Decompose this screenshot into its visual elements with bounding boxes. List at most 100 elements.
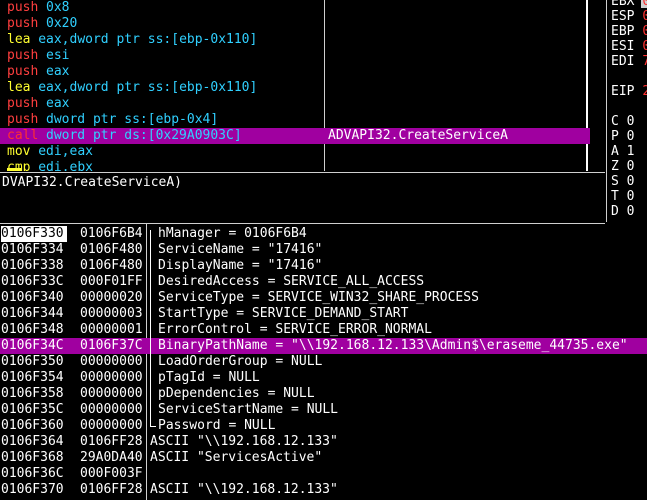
register-name: ESI (611, 39, 635, 54)
register-row[interactable]: C 0 (611, 114, 647, 130)
partial-row-indicator (7, 168, 21, 171)
stack-pane[interactable]: 0106F330 0106F6B4 hManager = 0106F6B4 0106F… (0, 224, 647, 500)
stack-address: 0106F36C (1, 466, 64, 481)
register-name: EBX (611, 0, 635, 9)
instruction-operands: 0x8 (46, 0, 70, 15)
disasm-row[interactable]: push eax (0, 64, 590, 80)
stack-address: 0106F354 (1, 370, 64, 385)
stack-row[interactable]: 0106F340 00000020 ServiceType = SERVICE_WI… (0, 290, 647, 306)
register-row[interactable]: A 1 (611, 144, 647, 160)
register-row[interactable]: S 0 (611, 174, 647, 190)
register-value: 0 (626, 114, 635, 129)
stack-value: 000F01FF (80, 274, 143, 289)
stack-row[interactable]: 0106F360 00000000 Password = NULL (0, 418, 647, 434)
disassembly-pane[interactable]: push 0x8 push 0x20 lea eax,dword ptr ss:[ebp-… (0, 0, 605, 171)
stack-row[interactable]: 0106F338 0106F480 DisplayName = "17416" (0, 258, 647, 274)
disasm-row[interactable]: cmp edi,ebx (0, 160, 590, 171)
stack-value: 00000000 (80, 354, 143, 369)
register-value: 0 (626, 189, 635, 204)
register-value: 0 (642, 39, 647, 54)
register-row[interactable]: D 0 (611, 204, 647, 220)
register-row[interactable]: ESP 0 (611, 9, 647, 25)
register-row[interactable]: EDI 7 (611, 54, 647, 70)
instruction-operands: edi,eax (38, 144, 93, 159)
stack-row[interactable]: 0106F370 0106FF28 ASCII "\\192.168.12.133" (0, 482, 647, 498)
register-row[interactable]: EBP 0 (611, 24, 647, 40)
stack-address: 0106F340 (1, 290, 64, 305)
register-value: 0 (626, 174, 635, 189)
instruction-operands: eax,dword ptr ss:[ebp-0x110] (38, 32, 258, 47)
register-row[interactable]: P 0 (611, 129, 647, 145)
stack-value: 29A0DA40 (80, 450, 143, 465)
disasm-row[interactable]: lea eax,dword ptr ss:[ebp-0x110] (0, 80, 590, 96)
register-name: EDI (611, 54, 635, 69)
stack-row[interactable]: 0106F350 00000000 LoadOrderGroup = NULL (0, 354, 647, 370)
disasm-row[interactable]: push esi (0, 48, 590, 64)
stack-address: 0106F334 (1, 242, 64, 257)
disasm-row[interactable]: push 0x8 (0, 0, 590, 16)
stack-row[interactable]: 0106F35C 00000000 ServiceStartName = NULL (0, 402, 647, 418)
register-value: 7 (642, 54, 647, 69)
stack-comment: LoadOrderGroup = NULL (158, 354, 323, 369)
instruction-operands: eax,dword ptr ss:[ebp-0x110] (38, 80, 258, 95)
register-row[interactable]: Z 0 (611, 159, 647, 175)
stack-comment: hManager = 0106F6B4 (158, 226, 307, 241)
register-row[interactable]: EIP 2 (611, 84, 647, 100)
stack-comment: DisplayName = "17416" (158, 258, 323, 273)
stack-row[interactable]: 0106F368 29A0DA40 ASCII "ServicesActive" (0, 450, 647, 466)
register-value: 2 (642, 84, 647, 99)
stack-comment: ASCII "ServicesActive" (150, 450, 323, 465)
stack-value: 0106F480 (80, 258, 143, 273)
stack-comment: ASCII "\\192.168.12.133" (150, 434, 338, 449)
stack-address: 0106F350 (1, 354, 64, 369)
instruction-operands: dword ptr ss:[ebp-0x4] (46, 112, 219, 127)
register-name: EIP (611, 84, 635, 99)
stack-value: 0106FF28 (80, 434, 143, 449)
register-name: Z (611, 159, 619, 174)
stack-value: 0106F480 (80, 242, 143, 257)
stack-row[interactable]: 0106F33C 000F01FF DesiredAccess = SERVICE_… (0, 274, 647, 290)
stack-comment: DesiredAccess = SERVICE_ALL_ACCESS (158, 274, 425, 289)
stack-row[interactable]: 0106F334 0106F480 ServiceName = "17416" (0, 242, 647, 258)
registers-pane[interactable]: EBX 0ESP 0EBP 0ESI 0EDI 7 EIP 2 C 0P 0A … (606, 0, 647, 222)
register-row[interactable] (611, 69, 647, 85)
stack-comment: BinaryPathName = "\\192.168.12.133\Admin… (158, 338, 628, 353)
stack-row[interactable]: 0106F34C 0106F37C BinaryPathName = "\\192.… (0, 338, 647, 354)
instruction-mnemonic: push (7, 48, 39, 63)
disasm-row[interactable]: mov edi,eax (0, 144, 590, 160)
stack-value: 0106F6B4 (80, 226, 143, 241)
stack-value: 00000020 (80, 290, 143, 305)
disasm-row[interactable]: push dword ptr ss:[ebp-0x4] (0, 112, 590, 128)
disasm-row[interactable]: push 0x20 (0, 16, 590, 32)
register-name: C (611, 114, 619, 129)
stack-address: 0106F370 (1, 482, 64, 497)
register-value: 0 (626, 129, 635, 144)
stack-value: 00000000 (80, 402, 143, 417)
stack-address: 0106F358 (1, 386, 64, 401)
register-name: D (611, 204, 619, 219)
stack-row[interactable]: 0106F36C 000F003F (0, 466, 647, 482)
stack-row[interactable]: 0106F348 00000001 ErrorControl = SERVICE_E… (0, 322, 647, 338)
stack-value: 00000000 (80, 370, 143, 385)
stack-row[interactable]: 0106F358 00000000 pDependencies = NULL (0, 386, 647, 402)
register-row[interactable] (611, 99, 647, 115)
stack-row[interactable]: 0106F354 00000000 pTagId = NULL (0, 370, 647, 386)
stack-address: 0106F330 (1, 226, 67, 242)
disasm-row[interactable]: call dword ptr ds:[0x29A0903C] ADVAPI32.Cr… (0, 128, 590, 144)
stack-address: 0106F368 (1, 450, 64, 465)
stack-row[interactable]: 0106F364 0106FF28 ASCII "\\192.168.12.133" (0, 434, 647, 450)
register-value: 1 (626, 144, 635, 159)
register-value: 0 (642, 0, 647, 9)
disasm-row[interactable]: lea eax,dword ptr ss:[ebp-0x110] (0, 32, 590, 48)
stack-value: 00000000 (80, 418, 143, 433)
stack-value: 00000000 (80, 386, 143, 401)
stack-address: 0106F360 (1, 418, 64, 433)
stack-comment: ServiceName = "17416" (158, 242, 323, 257)
register-row[interactable]: ESI 0 (611, 39, 647, 55)
disasm-row[interactable]: push eax (0, 96, 590, 112)
argument-bracket (150, 230, 157, 426)
stack-row[interactable]: 0106F344 00000003 StartType = SERVICE_DEMA… (0, 306, 647, 322)
stack-row[interactable]: 0106F330 0106F6B4 hManager = 0106F6B4 (0, 226, 647, 242)
stack-address: 0106F344 (1, 306, 64, 321)
register-row[interactable]: T 0 (611, 189, 647, 205)
